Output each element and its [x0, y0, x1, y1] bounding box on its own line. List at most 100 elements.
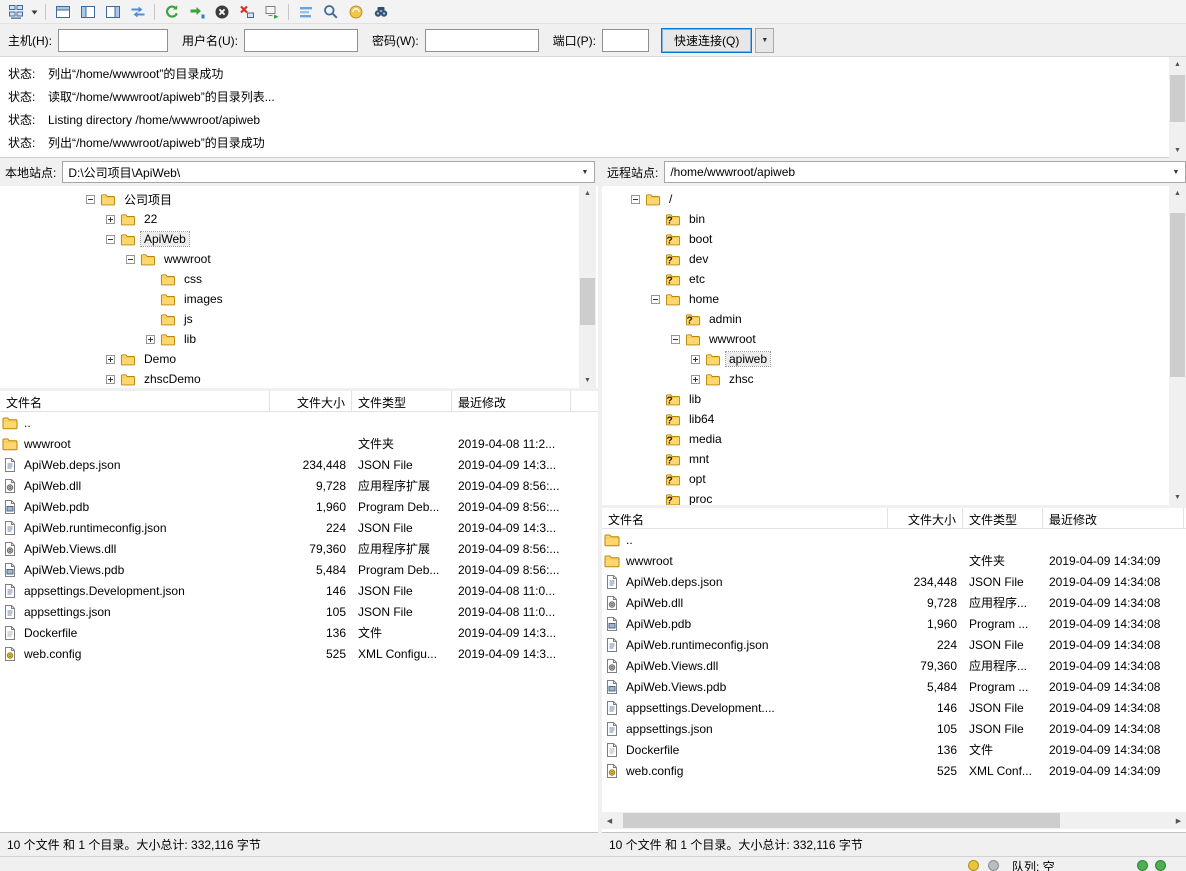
expand-icon[interactable]: [106, 374, 115, 384]
column-header[interactable]: 最近修改: [1043, 508, 1184, 528]
scrollbar-track[interactable]: [617, 812, 1171, 829]
file-row[interactable]: ApiWeb.dll 9,728 应用程序... 2019-04-09 14:34:0…: [602, 592, 1186, 613]
collapse-icon[interactable]: [86, 194, 95, 204]
local-tree-toggle-icon[interactable]: [75, 1, 100, 23]
scrollbar-track[interactable]: [1169, 201, 1186, 490]
file-row[interactable]: ApiWeb.Views.dll 79,360 应用程序扩展 2019-04-09 8…: [0, 538, 598, 559]
collapse-icon[interactable]: [106, 234, 115, 244]
tree-item[interactable]: wwwroot: [0, 249, 598, 269]
collapse-icon[interactable]: [126, 254, 135, 264]
tree-item[interactable]: ? media: [602, 429, 1186, 449]
scroll-up-button[interactable]: ▲: [1169, 186, 1186, 201]
quickconnect-button[interactable]: 快速连接(Q): [661, 27, 753, 53]
tree-item[interactable]: 22: [0, 209, 598, 229]
column-header[interactable]: 文件名: [602, 508, 888, 528]
column-header[interactable]: 文件大小: [270, 391, 352, 411]
file-row[interactable]: appsettings.json 105 JSON File 2019-04-09 1…: [602, 718, 1186, 739]
file-row[interactable]: ApiWeb.Views.pdb 5,484 Program ... 2019-04-…: [602, 676, 1186, 697]
scrollbar-thumb[interactable]: [622, 813, 1061, 828]
find-icon[interactable]: [368, 1, 393, 23]
tree-item[interactable]: ? admin: [602, 309, 1186, 329]
tree-item[interactable]: ? lib: [602, 389, 1186, 409]
remote-tree-toggle-icon[interactable]: [100, 1, 125, 23]
expand-icon[interactable]: [146, 334, 155, 344]
collapse-icon[interactable]: [631, 194, 640, 204]
tree-item[interactable]: apiweb: [602, 349, 1186, 369]
scroll-right-button[interactable]: ▶: [1171, 812, 1186, 829]
file-row[interactable]: appsettings.Development.... 146 JSON File 2…: [602, 697, 1186, 718]
tree-item[interactable]: ApiWeb: [0, 229, 598, 249]
filter-icon[interactable]: [293, 1, 318, 23]
host-input[interactable]: [58, 28, 168, 52]
tree-item[interactable]: 公司项目: [0, 189, 598, 209]
tree-item[interactable]: ? etc: [602, 269, 1186, 289]
file-row[interactable]: web.config 525 XML Configu... 2019-04-09 14…: [0, 643, 598, 664]
collapse-icon[interactable]: [671, 334, 680, 344]
file-row[interactable]: ApiWeb.pdb 1,960 Program Deb... 2019-04-09 …: [0, 496, 598, 517]
tree-item[interactable]: ? proc: [602, 489, 1186, 505]
tree-item[interactable]: js: [0, 309, 598, 329]
message-log-toggle-icon[interactable]: [50, 1, 75, 23]
compare-icon[interactable]: [318, 1, 343, 23]
expand-icon[interactable]: [106, 354, 115, 364]
collapse-icon[interactable]: [651, 294, 660, 304]
tree-item[interactable]: zhscDemo: [0, 369, 598, 388]
scrollbar-track[interactable]: [579, 201, 596, 373]
tree-item[interactable]: lib: [0, 329, 598, 349]
tree-item[interactable]: ? opt: [602, 469, 1186, 489]
file-row[interactable]: Dockerfile 136 文件 2019-04-09 14:34:08: [602, 739, 1186, 760]
scroll-up-button[interactable]: ▲: [579, 186, 596, 201]
sync-browse-icon[interactable]: [343, 1, 368, 23]
tree-item[interactable]: ? mnt: [602, 449, 1186, 469]
file-row[interactable]: ApiWeb.Views.dll 79,360 应用程序... 2019-04-09 …: [602, 655, 1186, 676]
scrollbar-thumb[interactable]: [1170, 74, 1185, 122]
port-input[interactable]: [602, 28, 649, 52]
file-row[interactable]: Dockerfile 136 文件 2019-04-09 14:3...: [0, 622, 598, 643]
remote-site-combobox[interactable]: /home/wwwroot/apiweb ▼: [664, 161, 1186, 183]
site-manager-icon[interactable]: [3, 1, 28, 23]
scroll-down-button[interactable]: ▼: [1169, 143, 1186, 158]
column-header[interactable]: 文件类型: [963, 508, 1043, 528]
password-input[interactable]: [424, 28, 539, 52]
reconnect-icon[interactable]: [259, 1, 284, 23]
file-row[interactable]: wwwroot 文件夹 2019-04-09 14:34:09: [602, 550, 1186, 571]
refresh-icon[interactable]: [159, 1, 184, 23]
queue-toggle-icon[interactable]: [125, 1, 150, 23]
expand-icon[interactable]: [691, 354, 700, 364]
file-row[interactable]: ApiWeb.Views.pdb 5,484 Program Deb... 2019-…: [0, 559, 598, 580]
remote-tree-scrollbar[interactable]: ▲ ▼: [1169, 186, 1186, 505]
tree-item[interactable]: /: [602, 189, 1186, 209]
scroll-down-button[interactable]: ▼: [579, 373, 596, 388]
file-row[interactable]: ApiWeb.deps.json 234,448 JSON File 2019-04-…: [602, 571, 1186, 592]
file-row[interactable]: appsettings.json 105 JSON File 2019-04-08 1…: [0, 601, 598, 622]
local-tree-scrollbar[interactable]: ▲ ▼: [579, 186, 596, 388]
file-row[interactable]: web.config 525 XML Conf... 2019-04-09 14:34…: [602, 760, 1186, 781]
file-row[interactable]: ApiWeb.dll 9,728 应用程序扩展 2019-04-09 8:56:...: [0, 475, 598, 496]
cancel-icon[interactable]: [209, 1, 234, 23]
tree-item[interactable]: Demo: [0, 349, 598, 369]
chevron-down-icon[interactable]: ▼: [576, 169, 594, 176]
tree-item[interactable]: home: [602, 289, 1186, 309]
file-row[interactable]: ApiWeb.runtimeconfig.json 224 JSON File 201…: [602, 634, 1186, 655]
username-input[interactable]: [244, 28, 358, 52]
tree-item[interactable]: ? dev: [602, 249, 1186, 269]
disconnect-icon[interactable]: [234, 1, 259, 23]
local-site-combobox[interactable]: D:\公司项目\ApiWeb\ ▼: [62, 161, 595, 183]
file-row[interactable]: ApiWeb.deps.json 234,448 JSON File 2019-04-…: [0, 454, 598, 475]
message-log-scrollbar[interactable]: ▲ ▼: [1169, 57, 1186, 158]
column-header[interactable]: 文件类型: [352, 391, 452, 411]
process-queue-icon[interactable]: [184, 1, 209, 23]
file-row[interactable]: ApiWeb.pdb 1,960 Program ... 2019-04-09 14:…: [602, 613, 1186, 634]
tree-item[interactable]: wwwroot: [602, 329, 1186, 349]
tree-item[interactable]: ? lib64: [602, 409, 1186, 429]
tree-item[interactable]: ? bin: [602, 209, 1186, 229]
file-row[interactable]: appsettings.Development.json 146 JSON File…: [0, 580, 598, 601]
tree-item[interactable]: ? boot: [602, 229, 1186, 249]
file-row[interactable]: ..: [0, 412, 598, 433]
scrollbar-thumb[interactable]: [1170, 212, 1185, 378]
file-row[interactable]: ApiWeb.runtimeconfig.json 224 JSON File 201…: [0, 517, 598, 538]
scroll-down-button[interactable]: ▼: [1169, 490, 1186, 505]
queue-files-icon[interactable]: [968, 860, 979, 871]
tree-item[interactable]: css: [0, 269, 598, 289]
scroll-up-button[interactable]: ▲: [1169, 57, 1186, 72]
